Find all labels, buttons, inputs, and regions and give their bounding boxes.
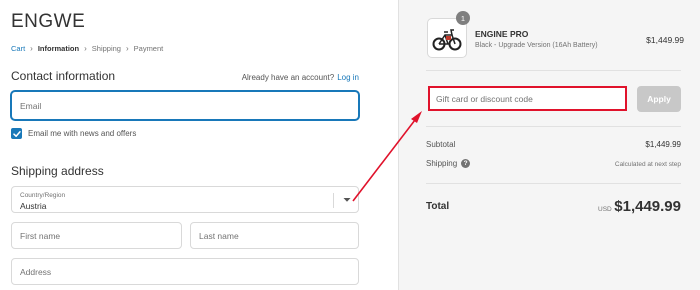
red-arrow-icon — [352, 111, 422, 202]
